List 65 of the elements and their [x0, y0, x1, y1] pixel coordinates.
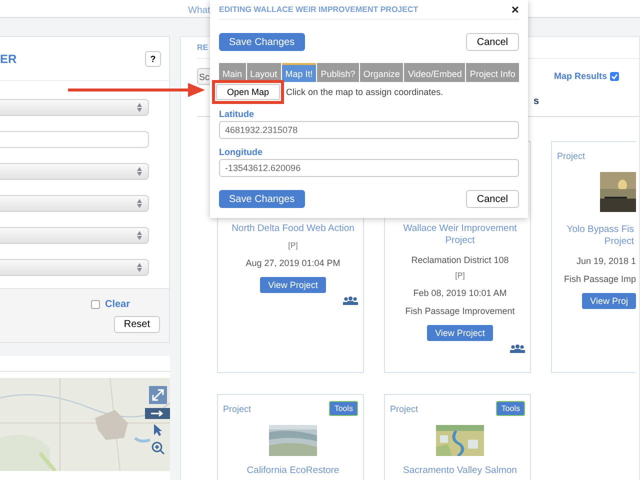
- project-info: Aug 27, 2019 01:04 PM: [246, 258, 340, 268]
- clear-checkbox[interactable]: [90, 300, 100, 309]
- sort-arrows-icon: [137, 103, 142, 112]
- input-field[interactable]: -13543612.620096: [219, 159, 519, 177]
- project-title[interactable]: Wallace Weir Improvement Project: [390, 223, 530, 247]
- open-map-button[interactable]: Open Map: [216, 84, 280, 100]
- hint-text: Click on the map to assign coordinates.: [286, 86, 444, 96]
- save-button[interactable]: Save Changes: [219, 190, 305, 208]
- tools-button[interactable]: Tools: [329, 401, 358, 416]
- nav-link[interactable]: What: [188, 5, 210, 16]
- map[interactable]: [0, 378, 170, 471]
- project-title[interactable]: Sacramento Valley Salmon: [401, 465, 519, 477]
- card-label: Project: [557, 151, 586, 161]
- map-results-label: Map Results: [554, 71, 607, 81]
- view-project-button[interactable]: View Project: [427, 325, 493, 341]
- field-label: Longitude: [219, 147, 264, 157]
- save-button[interactable]: Save Changes: [219, 33, 305, 51]
- view-project-button[interactable]: View Project: [260, 277, 326, 293]
- zoom-in-icon[interactable]: [150, 441, 164, 455]
- panel-title: ER: [0, 52, 17, 66]
- card-label: Project: [390, 404, 418, 414]
- dialog-title: EDITING WALLACE WEIR IMPROVEMENT PROJECT: [219, 5, 418, 14]
- sort-arrows-icon: [137, 167, 142, 176]
- sort-arrows-icon: [137, 199, 142, 208]
- field-label: Latitude: [219, 109, 255, 119]
- project-info: Fish Passage Imp: [564, 274, 636, 284]
- reset-button[interactable]: Reset: [114, 316, 160, 333]
- cancel-button[interactable]: Cancel: [466, 190, 519, 208]
- tab[interactable]: Project Info: [466, 63, 519, 82]
- section-heading: RE: [197, 43, 208, 52]
- tools-button[interactable]: Tools: [496, 401, 525, 416]
- clear-link[interactable]: Clear: [104, 299, 130, 310]
- select-field[interactable]: [0, 227, 149, 244]
- sort-arrows-icon: [137, 263, 142, 272]
- tab[interactable]: Publish?: [317, 63, 359, 82]
- project-tag: [P]: [455, 271, 465, 280]
- tab[interactable]: Layout: [246, 63, 281, 82]
- tab[interactable]: Video/Embed: [404, 63, 466, 82]
- cursor-icon[interactable]: [152, 423, 162, 437]
- select-field[interactable]: [0, 99, 149, 116]
- project-info: Reclamation District 108: [411, 255, 509, 265]
- project-info: Fish Passage Improvement: [405, 306, 515, 316]
- project-title[interactable]: Project: [602, 236, 636, 248]
- project-info: Jun 19, 2018 1: [576, 256, 636, 266]
- project-title[interactable]: North Delta Food Web Action: [230, 223, 356, 235]
- tab[interactable]: Map It!: [282, 63, 316, 82]
- card-label: Project: [223, 404, 252, 414]
- close-button[interactable]: ×: [511, 2, 519, 17]
- select-field[interactable]: [0, 259, 149, 276]
- tab-label[interactable]: s: [533, 96, 539, 106]
- project-title[interactable]: California EcoRestore: [244, 465, 342, 477]
- select-field[interactable]: [0, 163, 149, 180]
- input-field[interactable]: [0, 131, 149, 148]
- project-tag: [P]: [288, 241, 298, 250]
- map-results-checkbox[interactable]: [610, 72, 619, 80]
- view-project-button[interactable]: View Proj: [582, 293, 636, 309]
- sort-arrows-icon: [137, 231, 142, 240]
- expand-icon[interactable]: [148, 386, 166, 404]
- cancel-button[interactable]: Cancel: [466, 33, 519, 51]
- project-info: Feb 08, 2019 10:01 AM: [413, 288, 507, 298]
- help-button[interactable]: ?: [145, 50, 161, 66]
- select-field[interactable]: [0, 195, 149, 212]
- tab[interactable]: Organize: [360, 63, 404, 82]
- input-field[interactable]: 4681932.2315078: [219, 121, 519, 139]
- project-title[interactable]: Yolo Bypass Fis: [564, 224, 636, 236]
